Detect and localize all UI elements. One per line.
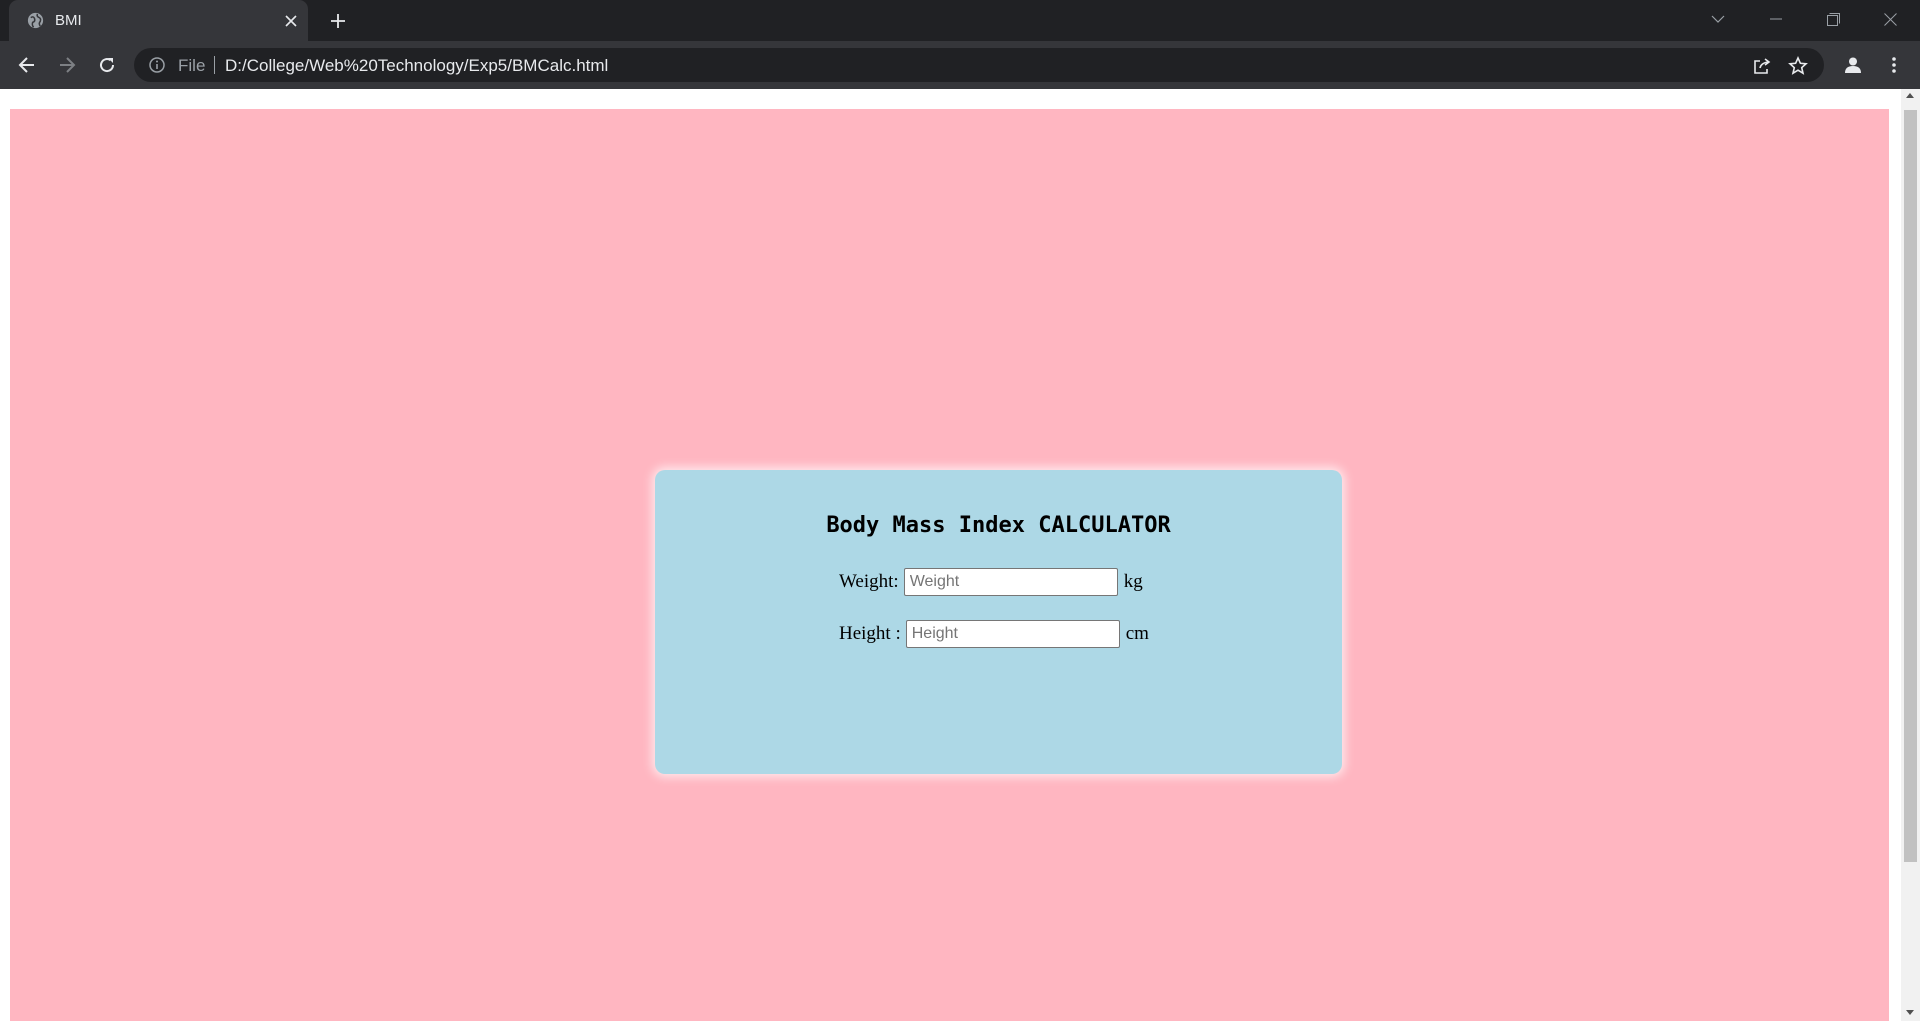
page-viewport: Body Mass Index CALCULATOR Weight: kg He… bbox=[0, 89, 1920, 1021]
globe-icon bbox=[27, 12, 44, 29]
browser-tabstrip: BMI bbox=[0, 0, 1920, 41]
tab-title: BMI bbox=[55, 12, 82, 29]
arrow-right-icon[interactable] bbox=[51, 49, 83, 81]
browser-toolbar: File D:/College/Web%20Technology/Exp5/BM… bbox=[0, 41, 1920, 89]
weight-label: Weight: bbox=[839, 571, 899, 592]
share-icon[interactable] bbox=[1752, 56, 1772, 76]
tab-close-icon[interactable] bbox=[281, 11, 300, 30]
site-info-icon[interactable] bbox=[148, 56, 166, 74]
height-input[interactable] bbox=[905, 620, 1120, 648]
omnibox-separator bbox=[214, 56, 215, 74]
scroll-thumb[interactable] bbox=[1904, 110, 1917, 862]
close-window-icon[interactable] bbox=[1862, 0, 1918, 38]
url-scheme-label: File bbox=[178, 56, 206, 75]
page-title: Body Mass Index CALCULATOR bbox=[826, 513, 1171, 538]
reload-icon[interactable] bbox=[91, 49, 123, 81]
tab-search-icon[interactable] bbox=[1690, 0, 1746, 38]
vertical-scrollbar[interactable] bbox=[1901, 89, 1920, 1021]
browser-tab-active[interactable]: BMI bbox=[9, 0, 308, 41]
star-icon[interactable] bbox=[1788, 56, 1808, 76]
weight-input[interactable] bbox=[903, 568, 1118, 596]
scroll-down-icon[interactable] bbox=[1906, 1010, 1914, 1015]
bmi-calculator-card: Body Mass Index CALCULATOR Weight: kg He… bbox=[655, 470, 1342, 774]
height-unit: cm bbox=[1125, 623, 1149, 644]
address-bar[interactable]: File D:/College/Web%20Technology/Exp5/BM… bbox=[134, 48, 1824, 82]
weight-row: Weight: kg bbox=[839, 568, 1143, 596]
kebab-menu-icon[interactable] bbox=[1878, 49, 1910, 81]
height-row: Height : cm bbox=[839, 620, 1149, 648]
weight-unit: kg bbox=[1123, 571, 1143, 592]
height-label: Height : bbox=[839, 623, 901, 644]
person-icon[interactable] bbox=[1837, 49, 1869, 81]
scroll-up-icon[interactable] bbox=[1906, 93, 1914, 98]
url-text[interactable]: D:/College/Web%20Technology/Exp5/BMCalc.… bbox=[225, 56, 608, 76]
new-tab-icon[interactable] bbox=[326, 9, 350, 33]
minimize-icon[interactable] bbox=[1748, 0, 1804, 38]
arrow-left-icon[interactable] bbox=[11, 49, 43, 81]
restore-icon[interactable] bbox=[1805, 0, 1861, 38]
